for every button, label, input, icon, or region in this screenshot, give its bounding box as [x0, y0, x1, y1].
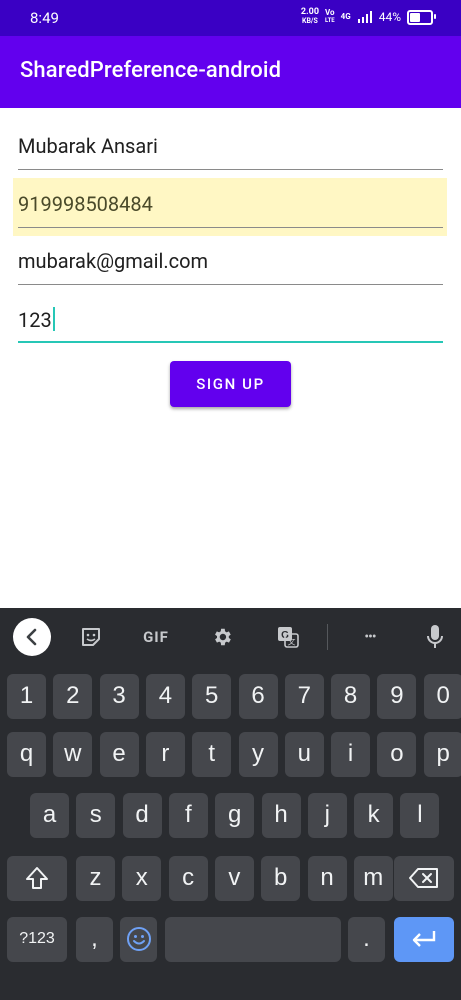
emoji-key[interactable] — [120, 917, 157, 962]
password-field[interactable]: 123 — [18, 303, 443, 343]
key-j[interactable]: j — [307, 793, 347, 838]
key-0[interactable]: 0 — [423, 674, 461, 719]
email-field-value: mubarak@gmail.com — [18, 249, 209, 273]
phone-field-value: 919998508484 — [18, 192, 153, 216]
key-7[interactable]: 7 — [284, 674, 324, 719]
key-5[interactable]: 5 — [192, 674, 232, 719]
key-u[interactable]: u — [284, 732, 324, 777]
email-field[interactable]: mubarak@gmail.com — [18, 245, 443, 285]
battery-icon — [407, 9, 436, 25]
space-key[interactable] — [165, 917, 341, 962]
more-options-button[interactable]: ••• — [355, 624, 385, 650]
key-p[interactable]: p — [423, 732, 461, 777]
key-r[interactable]: r — [145, 732, 185, 777]
gear-icon[interactable] — [209, 624, 235, 650]
name-field-underline — [18, 168, 443, 170]
key-o[interactable]: o — [377, 732, 417, 777]
signup-button[interactable]: SIGN UP — [170, 361, 291, 407]
status-time: 8:49 — [30, 9, 59, 27]
phone-field[interactable]: 919998508484 — [18, 188, 443, 228]
key-g[interactable]: g — [215, 793, 255, 838]
key-4[interactable]: 4 — [145, 674, 185, 719]
key-i[interactable]: i — [331, 732, 371, 777]
text-cursor — [52, 307, 55, 331]
backspace-key[interactable] — [394, 856, 454, 901]
sticker-icon[interactable] — [78, 624, 104, 650]
enter-icon — [412, 931, 436, 947]
key-f[interactable]: f — [168, 793, 208, 838]
key-y[interactable]: y — [238, 732, 278, 777]
shift-icon — [26, 867, 48, 889]
key-2[interactable]: 2 — [53, 674, 93, 719]
key-z[interactable]: z — [76, 856, 115, 901]
shift-key[interactable] — [7, 856, 67, 901]
chevron-left-icon[interactable] — [13, 618, 51, 656]
key-w[interactable]: w — [53, 732, 93, 777]
key-a[interactable]: a — [30, 793, 69, 838]
app-title: SharedPreference-android — [20, 58, 282, 83]
key-n[interactable]: n — [307, 856, 347, 901]
period-key[interactable]: . — [348, 917, 385, 962]
soft-keyboard: GIF G文 ••• 1234567890 qwertyuiop asdfghjkl… — [0, 608, 461, 1000]
key-b[interactable]: b — [261, 856, 301, 901]
key-v[interactable]: v — [214, 856, 254, 901]
translate-icon[interactable]: G文 — [274, 624, 302, 650]
symbols-key[interactable]: ?123 — [7, 917, 67, 962]
net-speed: 2.00 KB/S — [300, 7, 319, 26]
key-l[interactable]: l — [400, 793, 440, 838]
key-h[interactable]: h — [261, 793, 301, 838]
key-e[interactable]: e — [99, 732, 139, 777]
status-icons: 2.00 KB/S Vo LTE 4G 44% — [300, 7, 436, 26]
key-s[interactable]: s — [76, 793, 116, 838]
key-6[interactable]: 6 — [238, 674, 278, 719]
gif-button[interactable]: GIF — [136, 624, 176, 650]
volte-indicator: Vo LTE — [324, 8, 335, 25]
phone-field-underline — [18, 226, 443, 228]
comma-key[interactable]: , — [76, 917, 113, 962]
key-q[interactable]: q — [7, 732, 46, 777]
mic-icon[interactable] — [423, 624, 447, 650]
key-k[interactable]: k — [354, 793, 394, 838]
key-3[interactable]: 3 — [99, 674, 139, 719]
key-9[interactable]: 9 — [377, 674, 417, 719]
password-field-value: 123 — [18, 307, 55, 332]
password-field-underline — [18, 341, 443, 343]
enter-key[interactable] — [394, 917, 454, 962]
key-t[interactable]: t — [192, 732, 232, 777]
key-x[interactable]: x — [122, 856, 162, 901]
emoji-icon — [126, 927, 151, 951]
key-1[interactable]: 1 — [7, 674, 46, 719]
network-type: 4G — [340, 12, 351, 21]
key-c[interactable]: c — [168, 856, 208, 901]
name-field-value: Mubarak Ansari — [18, 134, 158, 158]
key-d[interactable]: d — [122, 793, 162, 838]
status-bar: 8:49 2.00 KB/S Vo LTE 4G 44% — [0, 0, 461, 36]
keyboard-toolbar: GIF G文 ••• — [0, 608, 461, 666]
email-field-underline — [18, 283, 443, 285]
app-bar: SharedPreference-android — [0, 36, 461, 108]
battery-percent: 44% — [378, 10, 401, 24]
key-8[interactable]: 8 — [331, 674, 371, 719]
toolbar-divider — [327, 624, 328, 650]
signal-icon — [357, 11, 372, 23]
key-m[interactable]: m — [353, 856, 393, 901]
backspace-icon — [409, 868, 438, 888]
svg-text:文: 文 — [288, 637, 296, 647]
name-field[interactable]: Mubarak Ansari — [18, 130, 443, 170]
